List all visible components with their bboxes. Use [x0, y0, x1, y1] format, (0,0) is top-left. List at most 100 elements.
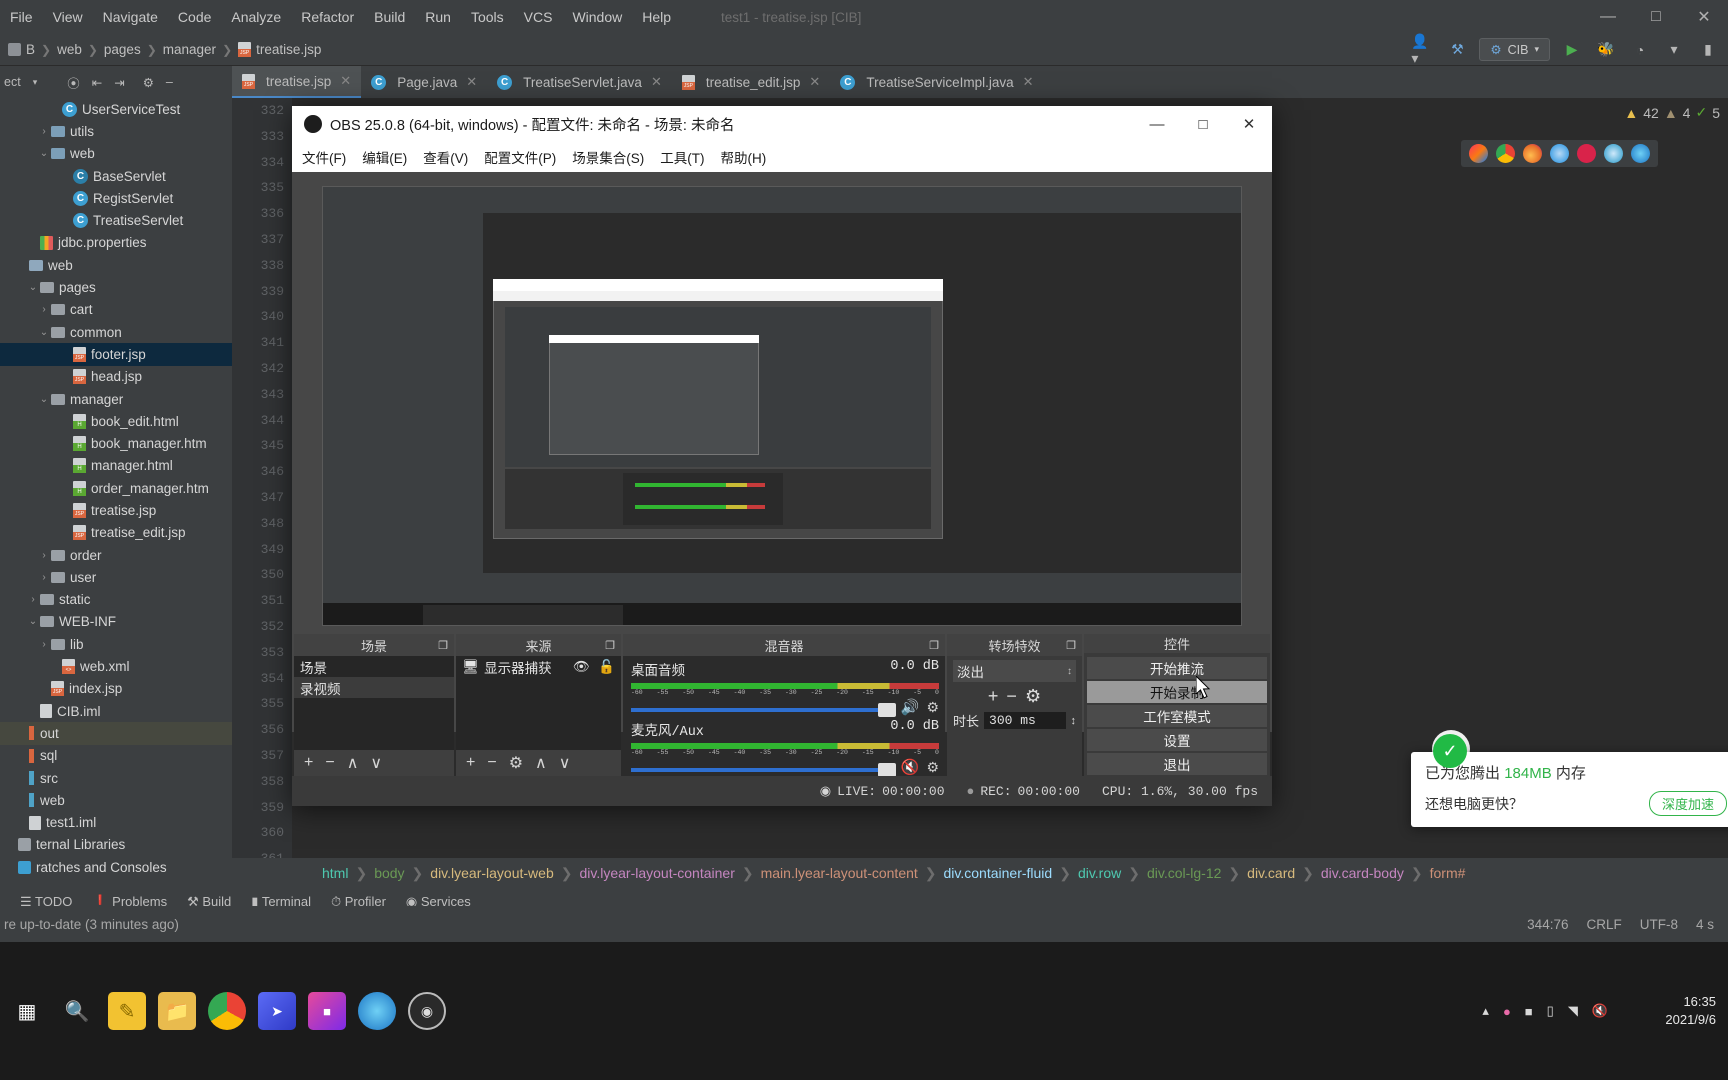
popout-icon[interactable]: ❐	[438, 639, 448, 652]
move-scene-down-button[interactable]: ∨	[370, 753, 382, 773]
obs-menu-edit[interactable]: 编辑(E)	[362, 147, 407, 167]
tree-item-src[interactable]: src	[0, 767, 232, 789]
start-recording-button[interactable]: 开始录制	[1087, 681, 1267, 703]
menu-item-window[interactable]: Window	[562, 0, 632, 34]
wifi-icon[interactable]: ◥	[1568, 1003, 1578, 1019]
tree-item-web-xml[interactable]: web.xml	[0, 655, 232, 677]
maximize-icon[interactable]: □	[1632, 0, 1680, 34]
add-scene-button[interactable]: +	[304, 754, 313, 772]
tab-page-java[interactable]: C Page.java ✕	[361, 66, 487, 98]
studio-mode-button[interactable]: 工作室模式	[1087, 705, 1267, 727]
tree-item-manager[interactable]: ⌄ manager	[0, 388, 232, 410]
ed-breadcrumb-item[interactable]: div.card-body	[1321, 865, 1404, 881]
settings-icon[interactable]: ⚙	[143, 75, 154, 90]
obs-menu-tools[interactable]: 工具(T)	[660, 147, 704, 167]
file-explorer-icon[interactable]: 📁	[158, 992, 196, 1030]
more-icon[interactable]: ▾	[1662, 39, 1686, 61]
caret-position[interactable]: 344:76	[1527, 917, 1568, 932]
firefox-icon[interactable]	[1523, 144, 1542, 163]
popout-icon[interactable]: ❐	[1066, 639, 1076, 652]
tree-item-pages[interactable]: ⌄ pages	[0, 276, 232, 298]
move-source-up-button[interactable]: ∧	[535, 753, 547, 773]
menu-item-build[interactable]: Build	[364, 0, 415, 34]
project-toolbar-label[interactable]: ect	[4, 75, 21, 89]
pycharm-icon[interactable]: ■	[308, 992, 346, 1030]
unlock-icon[interactable]: 🔓	[598, 659, 615, 675]
tree-item-book-manager-htm[interactable]: book_manager.htm	[0, 432, 232, 454]
edge-icon[interactable]	[1631, 144, 1650, 163]
tree-item-web[interactable]: web	[0, 254, 232, 276]
tab-treatiseserviceimpl-java[interactable]: C TreatiseServiceImpl.java ✕	[830, 66, 1043, 98]
locate-icon[interactable]: ⦿	[67, 73, 80, 92]
scene-item[interactable]: 场景	[294, 656, 454, 677]
tree-item-static[interactable]: › static	[0, 589, 232, 611]
taskbar-clock[interactable]: 16:35 2021/9/6	[1665, 993, 1716, 1029]
tree-expand-arrow[interactable]: ›	[26, 594, 40, 605]
notification-360-popup[interactable]: ✓ 已为您腾出 184MB 内存 还想电脑更快？ 深度加速	[1411, 734, 1728, 827]
obs-close-icon[interactable]: ✕	[1226, 106, 1272, 142]
tree-item-cart[interactable]: › cart	[0, 299, 232, 321]
popout-icon[interactable]: ❐	[605, 639, 615, 652]
tree-expand-arrow[interactable]: ›	[37, 550, 51, 561]
obs-menu-view[interactable]: 查看(V)	[423, 147, 468, 167]
menu-item-refactor[interactable]: Refactor	[291, 0, 364, 34]
duration-input[interactable]: 300 ms	[984, 712, 1066, 729]
popout-icon[interactable]: ❐	[929, 639, 939, 652]
tab-treatise-edit-jsp[interactable]: treatise_edit.jsp✕	[672, 66, 830, 98]
inspection-widget[interactable]: ▲ 42 ▲ 4 ✓ 5	[1624, 104, 1720, 121]
ed-breadcrumb-item[interactable]: form#	[1430, 865, 1466, 881]
remove-scene-button[interactable]: −	[325, 754, 334, 772]
360-icon[interactable]: ●	[1503, 1004, 1511, 1019]
collapse-all-icon[interactable]: ⇤	[92, 75, 102, 90]
tree-item-lib[interactable]: › lib	[0, 633, 232, 655]
move-source-down-button[interactable]: ∨	[559, 753, 571, 773]
layout-icon[interactable]: ▮	[1696, 39, 1720, 61]
menu-item-navigate[interactable]: Navigate	[93, 0, 168, 34]
volume-mute-icon[interactable]: 🔇	[1592, 1003, 1608, 1019]
channel-settings-gear-icon[interactable]: ⚙	[926, 699, 939, 716]
tree-expand-arrow[interactable]: ⌄	[37, 394, 51, 405]
tree-item-order-manager-htm[interactable]: order_manager.htm	[0, 477, 232, 499]
source-properties-gear-icon[interactable]: ⚙	[509, 753, 523, 773]
indent-setting[interactable]: 4 s	[1696, 917, 1714, 932]
start-streaming-button[interactable]: 开始推流	[1087, 657, 1267, 679]
menu-item-analyze[interactable]: Analyze	[221, 0, 291, 34]
tree-item-manager-html[interactable]: manager.html	[0, 455, 232, 477]
tree-item-index-jsp[interactable]: index.jsp	[0, 678, 232, 700]
add-transition-button[interactable]: +	[988, 686, 999, 707]
tree-item-treatise-jsp[interactable]: treatise.jsp	[0, 499, 232, 521]
mute-toggle-icon[interactable]: 🔇	[901, 758, 920, 776]
debug-icon[interactable]: 🐝	[1594, 39, 1618, 61]
obs-menu-file[interactable]: 文件(F)	[302, 147, 346, 167]
obs-menu-profile[interactable]: 配置文件(P)	[484, 147, 556, 167]
obs-title-bar[interactable]: OBS 25.0.8 (64-bit, windows) - 配置文件: 未命名…	[292, 106, 1272, 142]
tree-item-book-edit-html[interactable]: book_edit.html	[0, 410, 232, 432]
obs-menu-scene-collection[interactable]: 场景集合(S)	[572, 147, 644, 167]
tree-item-ratches-and-consoles[interactable]: ratches and Consoles	[0, 856, 232, 878]
tree-item-test1-iml[interactable]: test1.iml	[0, 812, 232, 834]
coverage-icon[interactable]: ◔	[1628, 39, 1652, 61]
tab-close-icon[interactable]: ✕	[340, 73, 351, 89]
network-icon[interactable]: ▯	[1547, 1003, 1554, 1019]
tree-expand-arrow[interactable]: ⌄	[37, 148, 51, 159]
build-hammer-icon[interactable]: ⚒	[1445, 39, 1469, 61]
obs-maximize-icon[interactable]: □	[1180, 106, 1226, 142]
chevron-updown-icon[interactable]: ↕	[1067, 666, 1072, 677]
tree-item-treatiseservlet[interactable]: C TreatiseServlet	[0, 209, 232, 231]
opera-icon[interactable]	[1577, 144, 1596, 163]
tree-expand-arrow[interactable]: ⌄	[37, 327, 51, 338]
tab-treatise-jsp[interactable]: treatise.jsp✕	[232, 66, 362, 98]
ed-breadcrumb-item[interactable]: div.lyear-layout-web	[430, 865, 553, 881]
mixer-channel-mic-aux[interactable]: 麦克风/Aux 0.0 dB -60 -55 -50 -45 -40 -35 -…	[623, 716, 945, 777]
remove-transition-button[interactable]: −	[1006, 686, 1017, 707]
ed-breadcrumb-item[interactable]: html	[322, 865, 348, 881]
breadcrumb-file[interactable]: treatise.jsp	[238, 42, 321, 57]
tree-item-jdbc-properties[interactable]: jdbc.properties	[0, 232, 232, 254]
intellij-icon[interactable]	[1469, 144, 1488, 163]
channel-volume-slider[interactable]	[631, 762, 896, 777]
ed-breadcrumb-item[interactable]: div.card	[1247, 865, 1295, 881]
tree-expand-arrow[interactable]: ›	[37, 639, 51, 650]
breadcrumb-root[interactable]: B	[8, 42, 35, 57]
tree-expand-arrow[interactable]: ›	[37, 304, 51, 315]
hide-icon[interactable]: –	[166, 75, 173, 89]
